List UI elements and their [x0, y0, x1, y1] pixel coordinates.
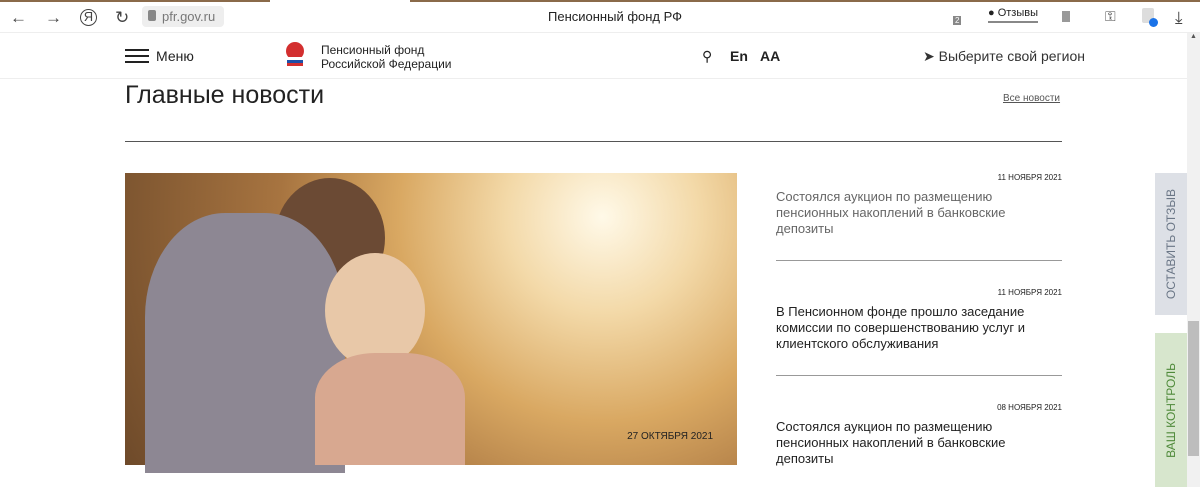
hamburger-icon[interactable]	[125, 49, 149, 67]
news-title[interactable]: Состоялся аукцион по размещению пенсионн…	[776, 189, 1062, 237]
featured-date: 27 ОКТЯБРЯ 2021	[627, 431, 713, 442]
news-item[interactable]: 11 НОЯБРЯ 2021 В Пенсионном фонде прошло…	[776, 288, 1062, 376]
yandex-icon[interactable]: Я	[80, 9, 97, 26]
divider	[125, 141, 1062, 142]
tab-strip-edge	[0, 0, 1200, 2]
reviews-label: Отзывы	[997, 7, 1038, 19]
control-label: ВАШ КОНТРОЛЬ	[1164, 362, 1178, 458]
brand-line-1: Пенсионный фонд	[321, 43, 425, 57]
bookmark-icon[interactable]	[1062, 11, 1070, 22]
url-text: pfr.gov.ru	[162, 9, 216, 24]
scroll-up-icon[interactable]: ▲	[1190, 33, 1197, 40]
control-tab[interactable]: ВАШ КОНТРОЛЬ	[1155, 333, 1187, 487]
accessibility-button[interactable]: AA	[760, 48, 780, 64]
region-label: Выберите свой регион	[938, 48, 1086, 64]
divider	[776, 375, 1062, 376]
news-date: 11 НОЯБРЯ 2021	[997, 288, 1062, 297]
featured-news-image[interactable]: 27 ОКТЯБРЯ 2021	[125, 173, 737, 473]
back-icon[interactable]: ←	[10, 8, 27, 28]
browser-toolbar: ← → Я ↻ pfr.gov.ru Пенсионный фонд РФ 2 …	[0, 0, 1200, 33]
download-icon[interactable]: ⤓	[1175, 8, 1183, 28]
location-arrow-icon: ➤	[923, 48, 935, 64]
brand-line-2: Российской Федерации	[321, 57, 452, 71]
divider	[776, 260, 1062, 261]
news-title[interactable]: В Пенсионном фонде прошло заседание коми…	[776, 304, 1062, 352]
woman-figure	[325, 253, 425, 368]
site-header: Меню Пенсионный фонд Российской Федерации…	[0, 33, 1187, 79]
feedback-label: ОСТАВИТЬ ОТЗЫВ	[1164, 188, 1178, 300]
news-title[interactable]: Состоялся аукцион по размещению пенсионн…	[776, 419, 1062, 467]
tabs-count-icon[interactable]: 2	[953, 16, 962, 25]
search-icon[interactable]: ⚲	[702, 48, 712, 65]
scrollbar-thumb[interactable]	[1188, 321, 1199, 456]
forward-icon[interactable]: →	[45, 8, 62, 28]
scarf-figure	[315, 353, 465, 465]
language-button[interactable]: En	[730, 48, 748, 64]
lock-icon	[148, 10, 156, 21]
section-title: Главные новости	[125, 81, 325, 109]
all-news-link[interactable]: Все новости	[1003, 93, 1060, 104]
passwords-icon[interactable]: ⚿	[1105, 8, 1116, 25]
address-bar[interactable]: pfr.gov.ru	[142, 6, 224, 27]
region-selector[interactable]: ➤ Выберите свой регион	[923, 48, 1085, 65]
pfr-logo[interactable]	[281, 41, 309, 67]
menu-button[interactable]: Меню	[156, 48, 194, 64]
news-date: 08 НОЯБРЯ 2021	[997, 403, 1062, 412]
news-date: 11 НОЯБРЯ 2021	[997, 173, 1062, 182]
reload-icon[interactable]: ↻	[115, 8, 129, 28]
brand-name[interactable]: Пенсионный фонд Российской Федерации	[321, 43, 452, 71]
feedback-tab[interactable]: ОСТАВИТЬ ОТЗЫВ	[1155, 173, 1187, 315]
reviews-button[interactable]: ● Отзывы	[988, 7, 1038, 23]
news-item[interactable]: 08 НОЯБРЯ 2021 Состоялся аукцион по разм…	[776, 403, 1062, 467]
check-badge-icon	[1149, 18, 1158, 27]
page-title-tab: Пенсионный фонд РФ	[548, 9, 683, 24]
news-item[interactable]: 11 НОЯБРЯ 2021 Состоялся аукцион по разм…	[776, 173, 1062, 261]
